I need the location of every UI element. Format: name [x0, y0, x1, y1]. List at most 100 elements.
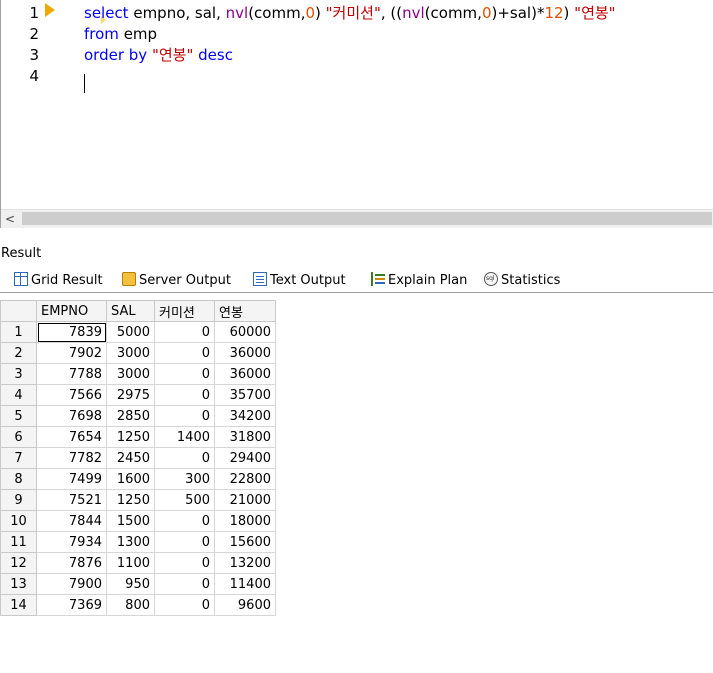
annual-salary-cell[interactable]: 60000 — [214, 321, 276, 343]
row-number-cell[interactable]: 6 — [0, 426, 37, 448]
tab-server-output[interactable]: Server Output — [122, 271, 231, 291]
result-grid[interactable]: EMPNO SAL 커미션 연봉 1 7839 5000 0 60000 2 7902 300… — [0, 300, 276, 616]
annual-salary-cell[interactable]: 35700 — [214, 384, 276, 406]
tab-statistics[interactable]: Statistics — [484, 271, 560, 291]
annual-salary-cell[interactable]: 34200 — [214, 405, 276, 427]
grid-corner-cell[interactable] — [0, 300, 37, 322]
table-row[interactable]: 9 7521 1250 500 21000 — [0, 489, 276, 511]
row-number-cell[interactable]: 5 — [0, 405, 37, 427]
commission-cell[interactable]: 0 — [154, 342, 215, 364]
sal-cell[interactable]: 1500 — [106, 510, 155, 532]
table-row[interactable]: 2 7902 3000 0 36000 — [0, 342, 276, 364]
annual-salary-cell[interactable]: 22800 — [214, 468, 276, 490]
scroll-left-button[interactable]: < — [1, 210, 19, 228]
commission-cell[interactable]: 0 — [154, 573, 215, 595]
annual-salary-cell[interactable]: 13200 — [214, 552, 276, 574]
annual-salary-cell[interactable]: 11400 — [214, 573, 276, 595]
empno-cell[interactable]: 7654 — [36, 426, 107, 448]
commission-cell[interactable]: 500 — [154, 489, 215, 511]
sal-cell[interactable]: 1300 — [106, 531, 155, 553]
empno-cell[interactable]: 7499 — [36, 468, 107, 490]
table-row[interactable]: 8 7499 1600 300 22800 — [0, 468, 276, 490]
tab-explain-plan[interactable]: Explain Plan — [371, 271, 467, 291]
sal-cell[interactable]: 5000 — [106, 321, 155, 343]
row-number-cell[interactable]: 3 — [0, 363, 37, 385]
sal-cell[interactable]: 1250 — [106, 426, 155, 448]
commission-cell[interactable]: 300 — [154, 468, 215, 490]
commission-cell[interactable]: 0 — [154, 594, 215, 616]
tab-text-output[interactable]: Text Output — [253, 271, 346, 291]
table-row[interactable]: 1 7839 5000 0 60000 — [0, 321, 276, 343]
annual-salary-cell[interactable]: 31800 — [214, 426, 276, 448]
sal-cell[interactable]: 1600 — [106, 468, 155, 490]
empno-cell[interactable]: 7521 — [36, 489, 107, 511]
row-number-cell[interactable]: 12 — [0, 552, 37, 574]
table-row[interactable]: 6 7654 1250 1400 31800 — [0, 426, 276, 448]
empno-cell[interactable]: 7788 — [36, 363, 107, 385]
commission-cell[interactable]: 0 — [154, 384, 215, 406]
code-line-2[interactable]: from emp — [84, 24, 157, 45]
table-row[interactable]: 13 7900 950 0 11400 — [0, 573, 276, 595]
annual-salary-cell[interactable]: 15600 — [214, 531, 276, 553]
horizontal-scrollbar[interactable]: < — [1, 209, 713, 228]
column-header-annual-salary[interactable]: 연봉 — [214, 300, 276, 322]
annual-salary-cell[interactable]: 9600 — [214, 594, 276, 616]
row-number-cell[interactable]: 4 — [0, 384, 37, 406]
empno-cell[interactable]: 7900 — [36, 573, 107, 595]
row-number-cell[interactable]: 14 — [0, 594, 37, 616]
empno-cell[interactable]: 7844 — [36, 510, 107, 532]
table-row[interactable]: 12 7876 1100 0 13200 — [0, 552, 276, 574]
annual-salary-cell[interactable]: 36000 — [214, 363, 276, 385]
sal-cell[interactable]: 3000 — [106, 363, 155, 385]
commission-cell[interactable]: 0 — [154, 447, 215, 469]
row-number-cell[interactable]: 8 — [0, 468, 37, 490]
row-number-cell[interactable]: 1 — [0, 321, 37, 343]
sal-cell[interactable]: 950 — [106, 573, 155, 595]
code-line-1[interactable]: select empno, sal, nvl(comm,0) "커미션", ((… — [84, 3, 616, 24]
sal-cell[interactable]: 3000 — [106, 342, 155, 364]
tab-grid-result[interactable]: Grid Result — [14, 271, 103, 291]
row-number-cell[interactable]: 7 — [0, 447, 37, 469]
sal-cell[interactable]: 2850 — [106, 405, 155, 427]
empno-cell[interactable]: 7876 — [36, 552, 107, 574]
table-row[interactable]: 3 7788 3000 0 36000 — [0, 363, 276, 385]
empno-cell[interactable]: 7934 — [36, 531, 107, 553]
table-row[interactable]: 11 7934 1300 0 15600 — [0, 531, 276, 553]
row-number-cell[interactable]: 11 — [0, 531, 37, 553]
commission-cell[interactable]: 0 — [154, 363, 215, 385]
row-number-cell[interactable]: 10 — [0, 510, 37, 532]
sal-cell[interactable]: 800 — [106, 594, 155, 616]
empno-cell[interactable]: 7369 — [36, 594, 107, 616]
sql-editor[interactable]: 1 2 3 4 select empno, sal, nvl(comm,0) "… — [0, 0, 713, 228]
row-number-cell[interactable]: 9 — [0, 489, 37, 511]
commission-cell[interactable]: 1400 — [154, 426, 215, 448]
sal-cell[interactable]: 2975 — [106, 384, 155, 406]
table-row[interactable]: 7 7782 2450 0 29400 — [0, 447, 276, 469]
column-header-commission[interactable]: 커미션 — [154, 300, 215, 322]
empno-cell[interactable]: 7698 — [36, 405, 107, 427]
sal-cell[interactable]: 1100 — [106, 552, 155, 574]
annual-salary-cell[interactable]: 21000 — [214, 489, 276, 511]
empno-cell[interactable]: 7782 — [36, 447, 107, 469]
commission-cell[interactable]: 0 — [154, 405, 215, 427]
table-row[interactable]: 10 7844 1500 0 18000 — [0, 510, 276, 532]
empno-cell[interactable]: 7566 — [36, 384, 107, 406]
annual-salary-cell[interactable]: 29400 — [214, 447, 276, 469]
annual-salary-cell[interactable]: 18000 — [214, 510, 276, 532]
table-row[interactable]: 5 7698 2850 0 34200 — [0, 405, 276, 427]
column-header-empno[interactable]: EMPNO — [36, 300, 107, 322]
commission-cell[interactable]: 0 — [154, 510, 215, 532]
empno-cell[interactable]: 7839 — [36, 321, 107, 343]
commission-cell[interactable]: 0 — [154, 321, 215, 343]
scrollbar-thumb[interactable] — [22, 212, 712, 225]
table-row[interactable]: 4 7566 2975 0 35700 — [0, 384, 276, 406]
code-line-3[interactable]: order by "연봉" desc — [84, 45, 233, 66]
commission-cell[interactable]: 0 — [154, 552, 215, 574]
table-row[interactable]: 14 7369 800 0 9600 — [0, 594, 276, 616]
row-number-cell[interactable]: 2 — [0, 342, 37, 364]
empno-cell[interactable]: 7902 — [36, 342, 107, 364]
sal-cell[interactable]: 1250 — [106, 489, 155, 511]
column-header-sal[interactable]: SAL — [106, 300, 155, 322]
sal-cell[interactable]: 2450 — [106, 447, 155, 469]
commission-cell[interactable]: 0 — [154, 531, 215, 553]
